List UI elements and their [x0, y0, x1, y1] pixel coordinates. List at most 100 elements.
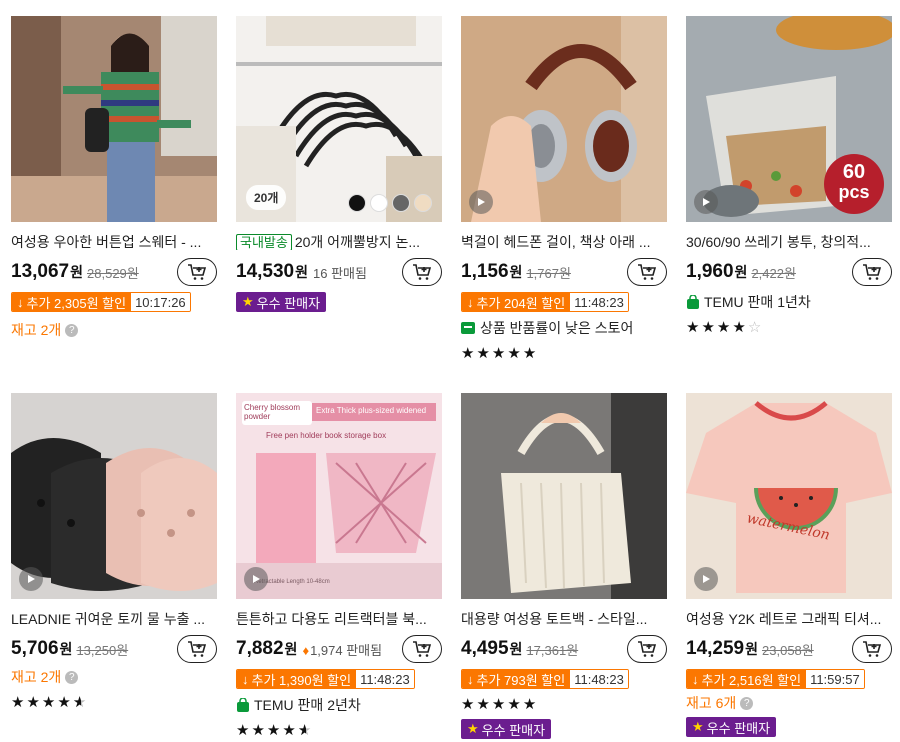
add-to-cart-button[interactable]	[627, 635, 667, 663]
play-video-button[interactable]	[19, 567, 43, 591]
product-image[interactable]: Retractable Length 10-48cm Cherry blosso…	[236, 393, 442, 599]
product-card[interactable]: watermelon 여성용 Y2K 레트로 그래픽 티셔... 14,259 원…	[686, 393, 892, 737]
price-row: 5,706 원 13,250원	[11, 635, 217, 663]
swatch-gray[interactable]	[392, 194, 410, 212]
add-to-cart-button[interactable]	[177, 258, 217, 286]
star-full-icon: ★	[236, 722, 252, 739]
stock-info: 재고 2개?	[11, 320, 217, 340]
help-icon[interactable]: ?	[65, 323, 79, 337]
product-card[interactable]: 여성용 우아한 버튼업 스웨터 - ... 13,067 원 28,529원 ↓ 추…	[11, 16, 217, 340]
swatch-black[interactable]	[348, 194, 366, 212]
star-icon: ★	[467, 721, 479, 736]
add-to-cart-button[interactable]	[627, 258, 667, 286]
play-video-button[interactable]	[694, 567, 718, 591]
star-full-icon: ★	[41, 694, 58, 711]
promo-label: 추가 1,390원 할인	[251, 672, 352, 688]
play-video-button[interactable]	[694, 190, 718, 214]
help-icon[interactable]: ?	[740, 696, 754, 710]
currency: 원	[745, 641, 759, 657]
product-title[interactable]: 여성용 Y2K 레트로 그래픽 티셔...	[686, 609, 892, 627]
promo-countdown: 10:17:26	[131, 293, 190, 311]
price: 7,882	[236, 638, 284, 659]
swatch-beige[interactable]	[414, 194, 432, 212]
rating-stars: ★★★★☆	[686, 318, 892, 336]
product-image[interactable]: 20개	[236, 16, 442, 222]
product-title[interactable]: 대용량 여성용 토트백 - 스타일...	[461, 609, 667, 627]
star-full-icon: ★	[507, 345, 523, 362]
star-full-icon: ★	[522, 345, 539, 362]
add-to-cart-button[interactable]	[177, 635, 217, 663]
product-image[interactable]	[11, 16, 217, 222]
product-card[interactable]: 벽걸이 헤드폰 걸이, 책상 아래 ... 1,156 원 1,767원 ↓ 추가 …	[461, 16, 667, 362]
rating-stars: ★★★★★	[461, 695, 667, 713]
discount-promo: ↓ 추가 1,390원 할인 11:48:23	[236, 669, 415, 689]
color-swatches[interactable]	[348, 194, 432, 212]
discount-promo: ↓ 추가 2,305원 할인 10:17:26	[11, 292, 191, 312]
price: 13,067	[11, 261, 70, 282]
badge-label: 우수 판매자	[256, 295, 321, 311]
stock-label: 재고 2개	[11, 669, 62, 685]
product-title[interactable]: LEADNIE 귀여운 토끼 물 누출 ...	[11, 609, 217, 627]
help-icon[interactable]: ?	[65, 670, 79, 684]
product-card[interactable]: LEADNIE 귀여운 토끼 물 누출 ... 5,706 원 13,250원 재…	[11, 393, 217, 711]
star-full-icon: ★	[507, 696, 523, 713]
star-half-icon: ★	[73, 693, 88, 711]
product-photo: Retractable Length 10-48cm	[236, 393, 442, 599]
seller-tenure: TEMU 판매 2년차	[236, 695, 442, 715]
original-price: 17,361원	[526, 642, 579, 658]
currency: 원	[70, 264, 84, 280]
star-full-icon: ★	[251, 722, 267, 739]
play-video-button[interactable]	[244, 567, 268, 591]
product-title[interactable]: 튼튼하고 다용도 리트랙터블 북...	[236, 609, 442, 627]
original-price: 2,422원	[751, 265, 796, 281]
product-image[interactable]	[11, 393, 217, 599]
product-title[interactable]: 30/60/90 쓰레기 봉투, 창의적...	[686, 232, 892, 250]
pcs-badge: 60 pcs	[824, 154, 884, 214]
product-card[interactable]: 대용량 여성용 토트백 - 스타일... 4,495 원 17,361원 ↓ 추가 …	[461, 393, 667, 739]
sold-count: 1,974 판매됨	[310, 642, 383, 658]
cart-plus-icon	[638, 641, 657, 657]
product-photo	[461, 16, 667, 222]
rating-stars: ★★★★★	[11, 693, 217, 711]
star-icon: ★	[242, 294, 254, 309]
badge-label: 우수 판매자	[481, 722, 546, 738]
product-image[interactable]	[461, 393, 667, 599]
add-to-cart-button[interactable]	[402, 635, 442, 663]
star-full-icon: ★	[282, 722, 298, 739]
product-title[interactable]: 여성용 우아한 버튼업 스웨터 - ...	[11, 232, 217, 250]
rating-stars: ★★★★★	[236, 721, 442, 739]
product-image[interactable]: 60 pcs	[686, 16, 892, 222]
product-card[interactable]: 20개 국내발송 20개 어깨뿔방지 논... 14,530 원 16 판매됨 ★ 우…	[236, 16, 442, 312]
discount-promo: ↓ 추가 204원 할인 11:48:23	[461, 292, 629, 312]
play-video-button[interactable]	[469, 190, 493, 214]
thumb-caption-1: Cherry blossom powder	[244, 403, 301, 421]
low-return-store: 상품 반품률이 낮은 스토어	[461, 318, 667, 338]
star-seller-badge: ★ 우수 판매자	[461, 719, 552, 739]
product-card[interactable]: 60 pcs 30/60/90 쓰레기 봉투, 창의적... 1,960 원 2,4…	[686, 16, 892, 336]
star-full-icon: ★	[491, 345, 508, 362]
cart-plus-icon	[638, 264, 657, 280]
price-row: 4,495 원 17,361원	[461, 635, 667, 663]
star-full-icon: ★	[491, 696, 508, 713]
low-return-label: 상품 반품률이 낮은 스토어	[480, 320, 634, 336]
star-full-icon: ★	[686, 319, 702, 336]
add-to-cart-button[interactable]	[852, 635, 892, 663]
product-photo	[11, 393, 217, 599]
add-to-cart-button[interactable]	[852, 258, 892, 286]
product-image[interactable]: watermelon	[686, 393, 892, 599]
price: 5,706	[11, 638, 59, 659]
swatch-white[interactable]	[370, 194, 388, 212]
cart-plus-icon	[863, 264, 882, 280]
product-title[interactable]: 벽걸이 헤드폰 걸이, 책상 아래 ...	[461, 232, 667, 250]
stock-info: 재고 2개?	[11, 667, 217, 687]
price-row: 1,156 원 1,767원	[461, 258, 667, 286]
product-image[interactable]	[461, 16, 667, 222]
add-to-cart-button[interactable]	[402, 258, 442, 286]
cart-plus-icon	[863, 641, 882, 657]
play-icon	[478, 198, 485, 206]
product-title[interactable]: 국내발송 20개 어깨뿔방지 논...	[236, 232, 442, 250]
price: 1,960	[686, 261, 734, 282]
arrow-down-icon: ↓	[692, 671, 699, 687]
badge-label: 우수 판매자	[706, 720, 771, 736]
product-card[interactable]: Retractable Length 10-48cm Cherry blosso…	[236, 393, 442, 739]
